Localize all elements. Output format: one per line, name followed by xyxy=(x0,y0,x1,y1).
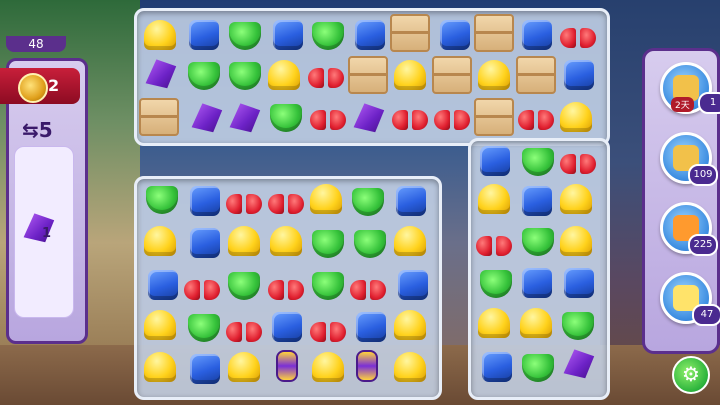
yellow-lamp-piece[interactable] xyxy=(478,184,510,214)
blue-cube-piece[interactable] xyxy=(522,186,552,216)
yellow-lamp-piece[interactable] xyxy=(560,184,592,214)
yellow-lamp-piece[interactable] xyxy=(560,226,592,256)
blue-cube-piece[interactable] xyxy=(272,312,302,342)
yellow-lamp-piece[interactable] xyxy=(268,60,300,90)
gear-icon: ⚙ xyxy=(682,362,700,386)
yellow-lamp-piece[interactable] xyxy=(270,226,302,256)
blue-cube-piece[interactable] xyxy=(522,20,552,50)
red-bow-piece[interactable] xyxy=(350,278,386,302)
booster-count: 1 xyxy=(698,92,720,114)
blue-cube-piece[interactable] xyxy=(398,270,428,300)
moves-counter: ⇆5 xyxy=(22,118,53,142)
red-bow-piece[interactable] xyxy=(518,108,554,132)
blue-cube-piece[interactable] xyxy=(190,186,220,216)
yellow-lamp-piece[interactable] xyxy=(478,308,510,338)
yellow-lamp-piece[interactable] xyxy=(312,352,344,382)
yellow-lamp-piece[interactable] xyxy=(560,102,592,132)
yellow-lamp-piece[interactable] xyxy=(144,310,176,340)
red-bow-piece[interactable] xyxy=(226,192,262,216)
red-bow-piece[interactable] xyxy=(184,278,220,302)
yellow-lamp-piece[interactable] xyxy=(144,20,176,50)
blue-cube-piece[interactable] xyxy=(189,20,219,50)
red-bow-piece[interactable] xyxy=(226,320,262,344)
red-bow-piece[interactable] xyxy=(310,108,346,132)
booster-count: 47 xyxy=(692,304,720,326)
yellow-lamp-piece[interactable] xyxy=(394,60,426,90)
blue-cube-piece[interactable] xyxy=(190,228,220,258)
blue-cube-piece[interactable] xyxy=(564,60,594,90)
red-bow-piece[interactable] xyxy=(560,26,596,50)
yellow-lamp-piece[interactable] xyxy=(394,226,426,256)
medal-icon xyxy=(18,73,48,103)
crate-block xyxy=(474,14,514,52)
crate-block xyxy=(474,98,514,136)
yellow-lamp-piece[interactable] xyxy=(478,60,510,90)
blue-cube-piece[interactable] xyxy=(564,268,594,298)
yellow-lamp-piece[interactable] xyxy=(144,352,176,382)
crate-block xyxy=(139,98,179,136)
crate-block xyxy=(516,56,556,94)
yellow-lamp-piece[interactable] xyxy=(394,352,426,382)
red-bow-piece[interactable] xyxy=(310,320,346,344)
booster-count: 225 xyxy=(688,234,718,256)
blue-cube-piece[interactable] xyxy=(396,186,426,216)
booster-timer: 2天 xyxy=(671,97,694,112)
level-number: 48 xyxy=(6,36,66,52)
goal-count: 1 xyxy=(42,226,52,241)
red-bow-piece[interactable] xyxy=(392,108,428,132)
bomb-booster-piece[interactable] xyxy=(276,350,298,382)
crate-block xyxy=(348,56,388,94)
blue-cube-piece[interactable] xyxy=(273,20,303,50)
yellow-lamp-piece[interactable] xyxy=(520,308,552,338)
blue-cube-piece[interactable] xyxy=(482,352,512,382)
blue-cube-piece[interactable] xyxy=(356,312,386,342)
yellow-lamp-piece[interactable] xyxy=(310,184,342,214)
bomb-booster-piece[interactable] xyxy=(356,350,378,382)
settings-button[interactable]: ⚙ xyxy=(672,356,710,394)
red-bow-piece[interactable] xyxy=(308,66,344,90)
blue-cube-piece[interactable] xyxy=(480,146,510,176)
blue-cube-piece[interactable] xyxy=(440,20,470,50)
red-bow-piece[interactable] xyxy=(560,152,596,176)
blue-cube-piece[interactable] xyxy=(355,20,385,50)
crate-block xyxy=(432,56,472,94)
crate-block xyxy=(390,14,430,52)
yellow-lamp-piece[interactable] xyxy=(394,310,426,340)
blue-cube-piece[interactable] xyxy=(148,270,178,300)
yellow-lamp-piece[interactable] xyxy=(144,226,176,256)
red-bow-piece[interactable] xyxy=(476,234,512,258)
yellow-lamp-piece[interactable] xyxy=(228,226,260,256)
badge-count: 2 xyxy=(48,76,60,95)
red-bow-piece[interactable] xyxy=(434,108,470,132)
booster-count: 109 xyxy=(688,164,718,186)
yellow-lamp-piece[interactable] xyxy=(228,352,260,382)
red-bow-piece[interactable] xyxy=(268,278,304,302)
blue-cube-piece[interactable] xyxy=(190,354,220,384)
blue-cube-piece[interactable] xyxy=(522,268,552,298)
red-bow-piece[interactable] xyxy=(268,192,304,216)
